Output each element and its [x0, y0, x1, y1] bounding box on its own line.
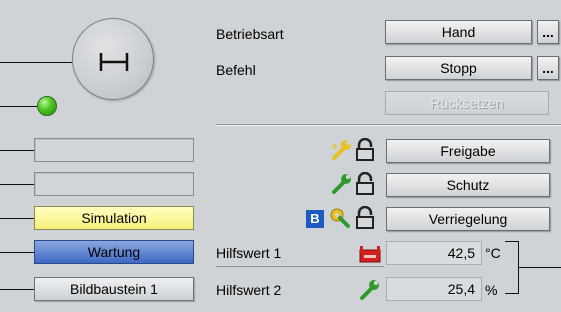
betriebsart-label: Betriebsart — [216, 26, 284, 42]
heater-icon — [359, 246, 381, 263]
connector-line — [0, 289, 34, 290]
wrench-gear-icon — [330, 208, 350, 228]
release-button[interactable]: Freigabe — [386, 139, 550, 163]
wrench-icon-green — [332, 174, 351, 194]
aux-value-1-unit: °C — [485, 245, 501, 261]
aux-value-2: 25,4 — [386, 277, 482, 301]
connector-line — [505, 293, 519, 294]
interlock-button[interactable]: Verriegelung — [386, 207, 550, 231]
operating-mode-button[interactable]: Hand — [385, 20, 532, 44]
protection-button[interactable]: Schutz — [386, 173, 550, 197]
lock-open-icon — [356, 172, 374, 195]
connector-line — [0, 150, 34, 151]
aux-value-2-unit: % — [485, 282, 498, 298]
bypass-badge: B — [306, 210, 324, 228]
empty-field-2 — [34, 172, 194, 196]
connector-line — [0, 184, 34, 185]
wrench-icon-green — [360, 280, 379, 300]
command-more-button[interactable]: ... — [537, 56, 559, 80]
reset-button[interactable]: Rücksetzen — [385, 91, 549, 115]
connector-line — [0, 252, 34, 253]
aux-value-1: 42,5 — [386, 241, 482, 265]
status-led — [37, 96, 57, 116]
connector-line — [0, 218, 34, 219]
lock-open-icon — [356, 206, 374, 229]
wrench-icon-yellow — [331, 140, 351, 160]
connector-line — [518, 267, 561, 268]
lock-open-icon — [356, 138, 374, 161]
aux-value-2-label: Hilfswert 2 — [216, 282, 282, 298]
valve-icon — [99, 53, 129, 71]
aux-value-1-label: Hilfswert 1 — [216, 245, 282, 261]
operating-mode-more-button[interactable]: ... — [537, 20, 559, 44]
befehl-label: Befehl — [216, 62, 256, 78]
connector-line — [0, 62, 74, 63]
simulation-field: Simulation — [34, 206, 194, 230]
command-button[interactable]: Stopp — [385, 56, 532, 80]
separator-highlight — [216, 125, 561, 126]
row-divider — [216, 266, 384, 267]
connector-line — [0, 106, 37, 107]
connector-line — [505, 241, 519, 242]
empty-field-1 — [34, 138, 194, 162]
valve-symbol — [72, 18, 154, 100]
maintenance-field: Wartung — [34, 240, 194, 264]
faceplate-button[interactable]: Bildbaustein 1 — [34, 277, 194, 301]
